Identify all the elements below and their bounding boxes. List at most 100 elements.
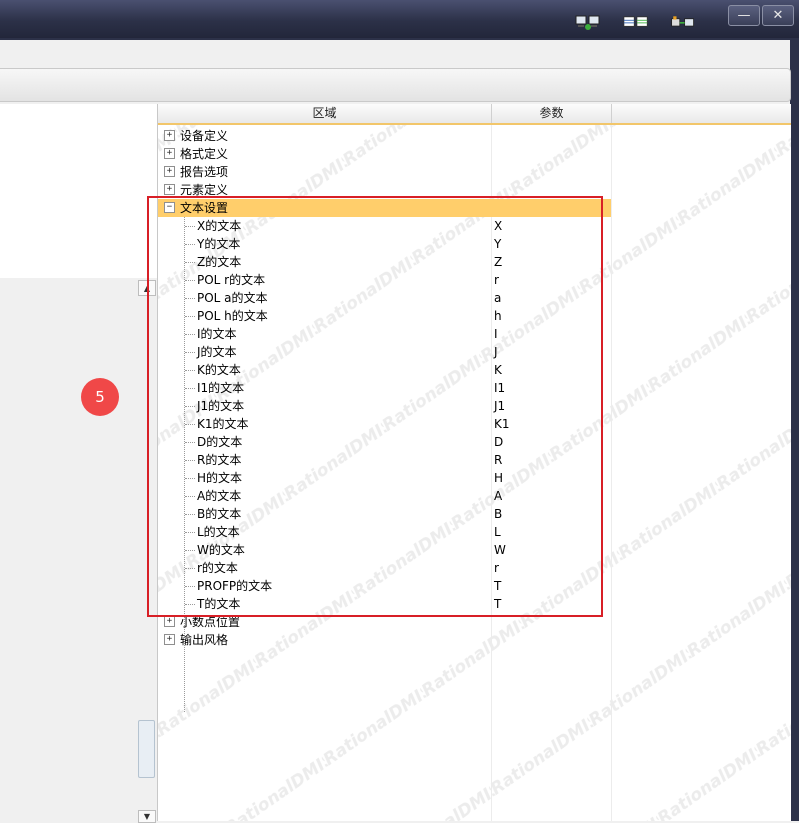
tree-child-value[interactable]: Z — [494, 253, 502, 271]
tree-child-label[interactable]: A的文本 — [197, 487, 241, 505]
tree-child-value[interactable]: X — [494, 217, 502, 235]
tree-child-value[interactable]: H — [494, 469, 503, 487]
tree-child-value[interactable]: J — [494, 343, 498, 361]
tree-child-value[interactable]: J1 — [494, 397, 505, 415]
tree-child-value[interactable]: A — [494, 487, 502, 505]
tree-guide-branch — [185, 514, 195, 515]
minimize-button[interactable]: — — [728, 5, 760, 26]
tree-guide-branch — [185, 496, 195, 497]
tree-child-label[interactable]: I1的文本 — [197, 379, 244, 397]
tree-child-value[interactable]: I — [494, 325, 498, 343]
tree-child-value[interactable]: B — [494, 505, 502, 523]
scroll-down-button[interactable]: ▼ — [138, 810, 156, 823]
tree-child-label[interactable]: POL a的文本 — [197, 289, 268, 307]
expand-icon[interactable]: + — [164, 166, 175, 177]
expand-icon[interactable]: + — [164, 184, 175, 195]
tree-guide-branch — [185, 334, 195, 335]
tree-child-value[interactable]: T — [494, 577, 501, 595]
tree-header: 区域 参数 — [158, 104, 791, 125]
left-scroll-area — [0, 278, 157, 821]
tree-child-value[interactable]: D — [494, 433, 503, 451]
column-header-region[interactable]: 区域 — [158, 104, 492, 123]
tree-item-text-settings[interactable]: 文本设置 — [180, 199, 228, 217]
tree-guide-branch — [185, 352, 195, 353]
collapse-icon[interactable]: − — [164, 202, 175, 213]
tree-child-value[interactable]: W — [494, 541, 506, 559]
tree-guide-branch — [185, 568, 195, 569]
tree-child-label[interactable]: H的文本 — [197, 469, 242, 487]
column-header-parameter[interactable]: 参数 — [492, 104, 612, 123]
tree-child-label[interactable]: J1的文本 — [197, 397, 244, 415]
tree-child-label[interactable]: D的文本 — [197, 433, 242, 451]
tree-child-label[interactable]: T的文本 — [197, 595, 240, 613]
tree-child-value[interactable]: r — [494, 271, 499, 289]
tree-child-value[interactable]: h — [494, 307, 502, 325]
tree-child-label[interactable]: PROFP的文本 — [197, 577, 272, 595]
tree-guide-branch — [185, 460, 195, 461]
title-bar: — ✕ — [0, 0, 799, 38]
step-number-badge: 5 — [81, 378, 119, 416]
tree-item-output-style[interactable]: 输出风格 — [180, 631, 228, 649]
tree-child-value[interactable]: r — [494, 559, 499, 577]
tree-guide-branch — [185, 244, 195, 245]
tree-child-label[interactable]: L的文本 — [197, 523, 240, 541]
tree-child-value[interactable]: K — [494, 361, 502, 379]
tree-child-value[interactable]: K1 — [494, 415, 510, 433]
tree-guide-branch — [185, 406, 195, 407]
tree-child-label[interactable]: K的文本 — [197, 361, 241, 379]
table-export-icon[interactable] — [623, 12, 649, 32]
tree-guide-branch — [185, 604, 195, 605]
tree-item-device-definition[interactable]: 设备定义 — [180, 127, 228, 145]
tree-item-element-definition[interactable]: 元素定义 — [180, 181, 228, 199]
device-link-icon[interactable] — [670, 12, 696, 32]
tree-child-value[interactable]: R — [494, 451, 502, 469]
tree-guide-branch — [185, 226, 195, 227]
column-divider — [491, 125, 492, 821]
close-button[interactable]: ✕ — [762, 5, 794, 26]
expand-icon[interactable]: + — [164, 634, 175, 645]
tree-guide-branch — [185, 532, 195, 533]
column-divider — [611, 125, 612, 821]
left-preview-area — [0, 104, 157, 278]
tree-item-report-options[interactable]: 报告选项 — [180, 163, 228, 181]
tree-child-label[interactable]: POL r的文本 — [197, 271, 265, 289]
tree-child-label[interactable]: r的文本 — [197, 559, 238, 577]
expand-icon[interactable]: + — [164, 130, 175, 141]
tree-child-label[interactable]: J的文本 — [197, 343, 237, 361]
step-number: 5 — [95, 388, 105, 406]
window-edge — [790, 40, 799, 821]
scroll-up-button[interactable]: ▲ — [138, 280, 156, 296]
tree-child-label[interactable]: I的文本 — [197, 325, 237, 343]
tree-child-label[interactable]: X的文本 — [197, 217, 241, 235]
expand-icon[interactable]: + — [164, 616, 175, 627]
settings-tree-panel: RationalDMIS 区域 参数 + 设备定义 + 格式定义 + 报告选项 … — [157, 104, 791, 821]
tree-child-value[interactable]: I1 — [494, 379, 505, 397]
tree-child-value[interactable]: T — [494, 595, 501, 613]
tree-child-label[interactable]: Y的文本 — [197, 235, 240, 253]
tree-guide-branch — [185, 316, 195, 317]
tree-guide-branch — [185, 298, 195, 299]
tree-child-label[interactable]: R的文本 — [197, 451, 241, 469]
tree-child-value[interactable]: a — [494, 289, 501, 307]
tree-child-label[interactable]: K1的文本 — [197, 415, 249, 433]
tree-guide-branch — [185, 388, 195, 389]
tree-guide-branch — [185, 262, 195, 263]
tree-guide-branch — [185, 586, 195, 587]
tree-guide-branch — [185, 478, 195, 479]
tree-child-label[interactable]: POL h的文本 — [197, 307, 268, 325]
tree-child-label[interactable]: Z的文本 — [197, 253, 241, 271]
tree-item-format-definition[interactable]: 格式定义 — [180, 145, 228, 163]
tree-child-value[interactable]: L — [494, 523, 501, 541]
tree-guide-branch — [185, 442, 195, 443]
toolbar-strip — [0, 68, 791, 102]
tree-child-label[interactable]: B的文本 — [197, 505, 241, 523]
monitor-sync-icon[interactable] — [575, 12, 601, 32]
tree-guide-branch — [185, 550, 195, 551]
minimize-icon: — — [737, 8, 751, 23]
tree-child-label[interactable]: W的文本 — [197, 541, 245, 559]
close-icon: ✕ — [772, 8, 784, 23]
tree-child-value[interactable]: Y — [494, 235, 501, 253]
expand-icon[interactable]: + — [164, 148, 175, 159]
tree-item-decimal-position[interactable]: 小数点位置 — [180, 613, 240, 631]
scrollbar-thumb[interactable] — [138, 720, 155, 778]
